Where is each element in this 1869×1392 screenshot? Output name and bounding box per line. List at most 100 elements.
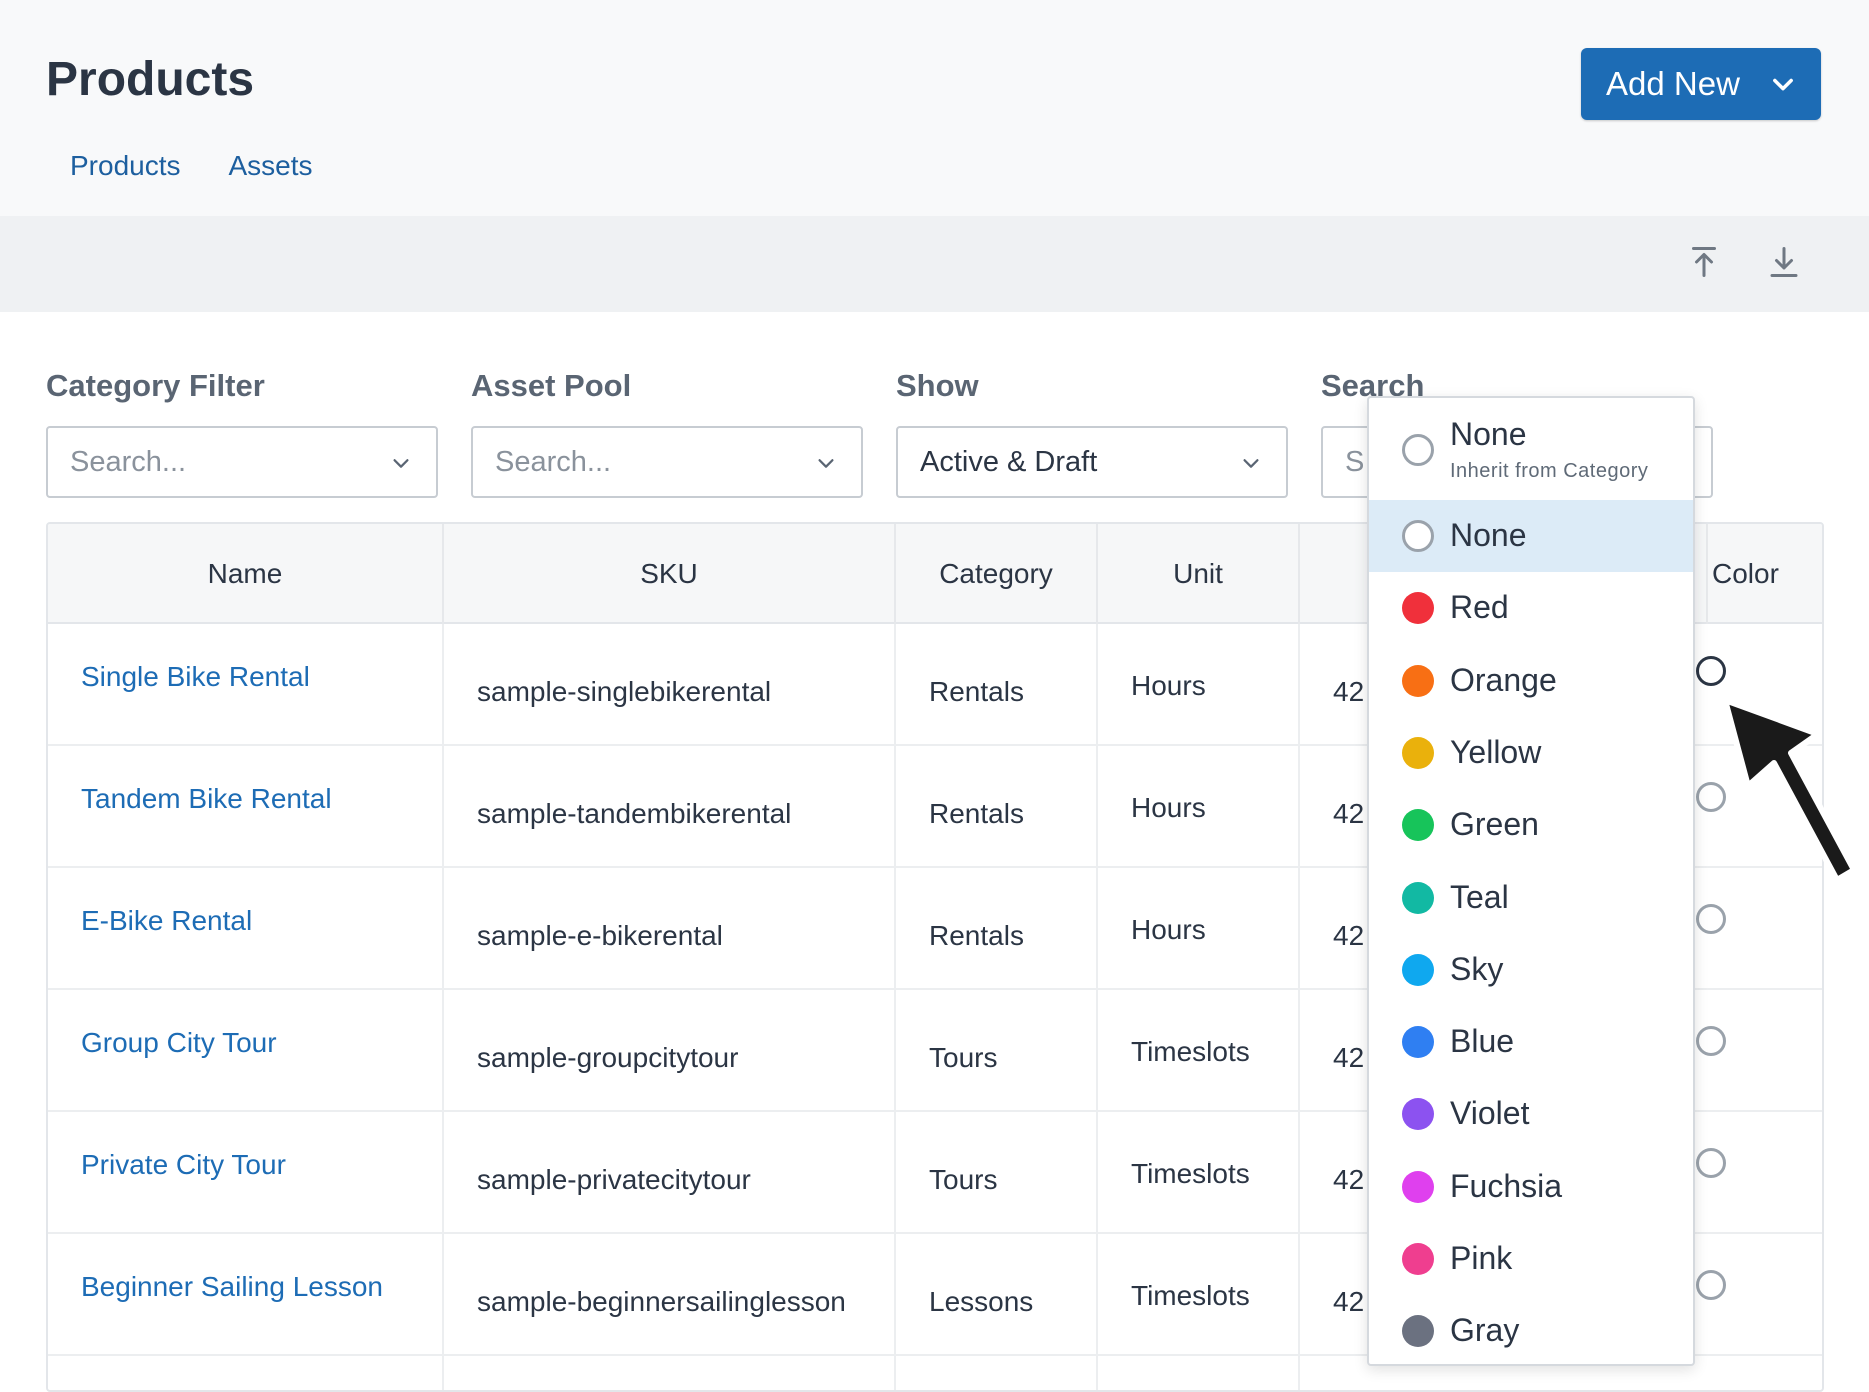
product-name-link[interactable]: Single Bike Rental <box>81 661 310 693</box>
color-option-gray[interactable]: Gray <box>1369 1295 1693 1367</box>
color-radio[interactable] <box>1696 904 1726 934</box>
color-option-inherit[interactable]: None Inherit from Category <box>1369 398 1693 500</box>
color-option-label: Green <box>1450 806 1539 843</box>
color-option-label: Orange <box>1450 661 1557 698</box>
product-category: Rentals <box>929 920 1024 951</box>
asset-pool-placeholder: Search... <box>495 445 612 478</box>
product-unit: Hours <box>1131 670 1206 701</box>
color-option-label: Fuchsia <box>1450 1167 1563 1204</box>
product-name-link[interactable]: E-Bike Rental <box>81 905 252 937</box>
product-name-link[interactable]: Tandem Bike Rental <box>81 783 332 815</box>
color-option-teal[interactable]: Teal <box>1369 862 1693 934</box>
color-radio[interactable] <box>1696 1270 1726 1300</box>
product-partial-value: 42 <box>1333 798 1365 829</box>
product-unit: Hours <box>1131 792 1206 823</box>
color-swatch-icon <box>1402 736 1434 769</box>
category-filter-label: Category Filter <box>46 368 265 403</box>
product-sku: sample-privatecitytour <box>477 1164 751 1195</box>
add-new-button[interactable]: Add New <box>1581 48 1821 120</box>
column-header-category[interactable]: Category <box>896 524 1098 624</box>
asset-pool-select[interactable]: Search... <box>471 426 863 498</box>
column-header-unit[interactable]: Unit <box>1098 524 1300 624</box>
color-swatch-icon <box>1402 1098 1434 1131</box>
asset-pool-label: Asset Pool <box>471 368 632 403</box>
product-partial-value: 42 <box>1333 676 1365 707</box>
show-select[interactable]: Active & Draft <box>896 426 1288 498</box>
color-option-inherit-label: None <box>1450 416 1527 452</box>
color-swatch-icon <box>1402 953 1434 986</box>
color-option-none[interactable]: None <box>1369 500 1693 573</box>
tab-assets[interactable]: Assets <box>229 150 313 182</box>
color-swatch-icon <box>1402 592 1434 625</box>
column-header-sku[interactable]: SKU <box>444 524 896 624</box>
product-sku: sample-tandembikerental <box>477 798 792 829</box>
color-option-label: Gray <box>1450 1312 1520 1349</box>
color-option-label: Sky <box>1450 950 1504 987</box>
product-partial-value: 42 <box>1333 1042 1365 1073</box>
download-icon[interactable] <box>1766 244 1802 280</box>
toolbar <box>0 216 1869 312</box>
color-option-pink[interactable]: Pink <box>1369 1223 1693 1295</box>
color-radio[interactable] <box>1696 1026 1726 1056</box>
radio-empty-icon <box>1402 520 1434 552</box>
column-header-name[interactable]: Name <box>48 524 444 624</box>
color-swatch-icon <box>1402 881 1434 914</box>
color-option-fuchsia[interactable]: Fuchsia <box>1369 1151 1693 1223</box>
product-name-link[interactable]: Private City Tour <box>81 1149 286 1181</box>
chevron-down-icon <box>818 459 834 468</box>
color-option-label: Blue <box>1450 1023 1515 1060</box>
color-option-yellow[interactable]: Yellow <box>1369 717 1693 789</box>
product-partial-value: 42 <box>1333 920 1365 951</box>
color-option-red[interactable]: Red <box>1369 572 1693 644</box>
page-header: Products Add New Products Assets <box>0 0 1869 216</box>
color-swatch-icon <box>1402 1243 1434 1275</box>
color-radio[interactable] <box>1696 1148 1726 1178</box>
product-unit: Timeslots <box>1131 1158 1250 1189</box>
color-option-inherit-sublabel: Inherit from Category <box>1450 460 1649 482</box>
product-sku: sample-singlebikerental <box>477 676 772 707</box>
product-partial-value: 42 <box>1333 1286 1365 1317</box>
color-swatch-icon <box>1402 1026 1434 1059</box>
show-label: Show <box>896 368 979 403</box>
color-dropdown-menu: None Inherit from Category None Red Orange… <box>1367 396 1695 1366</box>
product-sku: sample-beginnersailinglesson <box>477 1286 846 1317</box>
product-name-link[interactable]: Beginner Sailing Lesson <box>81 1271 383 1303</box>
show-value: Active & Draft <box>920 445 1098 478</box>
product-sku: sample-groupcitytour <box>477 1042 739 1073</box>
color-option-blue[interactable]: Blue <box>1369 1006 1693 1078</box>
color-option-label: Yellow <box>1450 733 1542 770</box>
color-radio[interactable] <box>1696 656 1726 686</box>
chevron-down-icon <box>1243 459 1259 468</box>
color-option-sky[interactable]: Sky <box>1369 934 1693 1006</box>
add-new-label: Add New <box>1606 65 1740 102</box>
category-filter-placeholder: Search... <box>70 445 187 478</box>
product-name-link[interactable]: Group City Tour <box>81 1027 277 1059</box>
product-category: Lessons <box>929 1286 1034 1317</box>
color-option-label: Violet <box>1450 1095 1530 1132</box>
chevron-down-icon <box>1773 78 1793 91</box>
color-option-violet[interactable]: Violet <box>1369 1078 1693 1150</box>
color-swatch-icon <box>1402 809 1434 842</box>
product-category: Rentals <box>929 676 1024 707</box>
color-swatch-icon <box>1402 1315 1434 1348</box>
color-option-label: None <box>1450 517 1527 553</box>
product-category: Tours <box>929 1164 998 1195</box>
product-sku: sample-e-bikerental <box>477 920 723 951</box>
product-unit: Hours <box>1131 914 1206 945</box>
color-swatch-icon <box>1402 1170 1434 1203</box>
category-filter-select[interactable]: Search... <box>46 426 438 498</box>
product-unit: Timeslots <box>1131 1036 1250 1067</box>
color-option-green[interactable]: Green <box>1369 789 1693 861</box>
chevron-down-icon <box>393 459 409 468</box>
color-option-label: Teal <box>1450 878 1509 915</box>
sub-navigation: Products Assets <box>70 150 313 182</box>
color-swatch-icon <box>1402 664 1434 697</box>
color-option-label: Pink <box>1450 1240 1513 1276</box>
column-header-color[interactable]: Color <box>1708 524 1822 624</box>
upload-icon[interactable] <box>1686 244 1722 280</box>
tab-products[interactable]: Products <box>70 150 181 182</box>
color-option-orange[interactable]: Orange <box>1369 645 1693 717</box>
product-category: Tours <box>929 1042 998 1073</box>
search-placeholder-partial: S <box>1345 445 1365 478</box>
mouse-cursor-icon <box>1722 697 1857 883</box>
